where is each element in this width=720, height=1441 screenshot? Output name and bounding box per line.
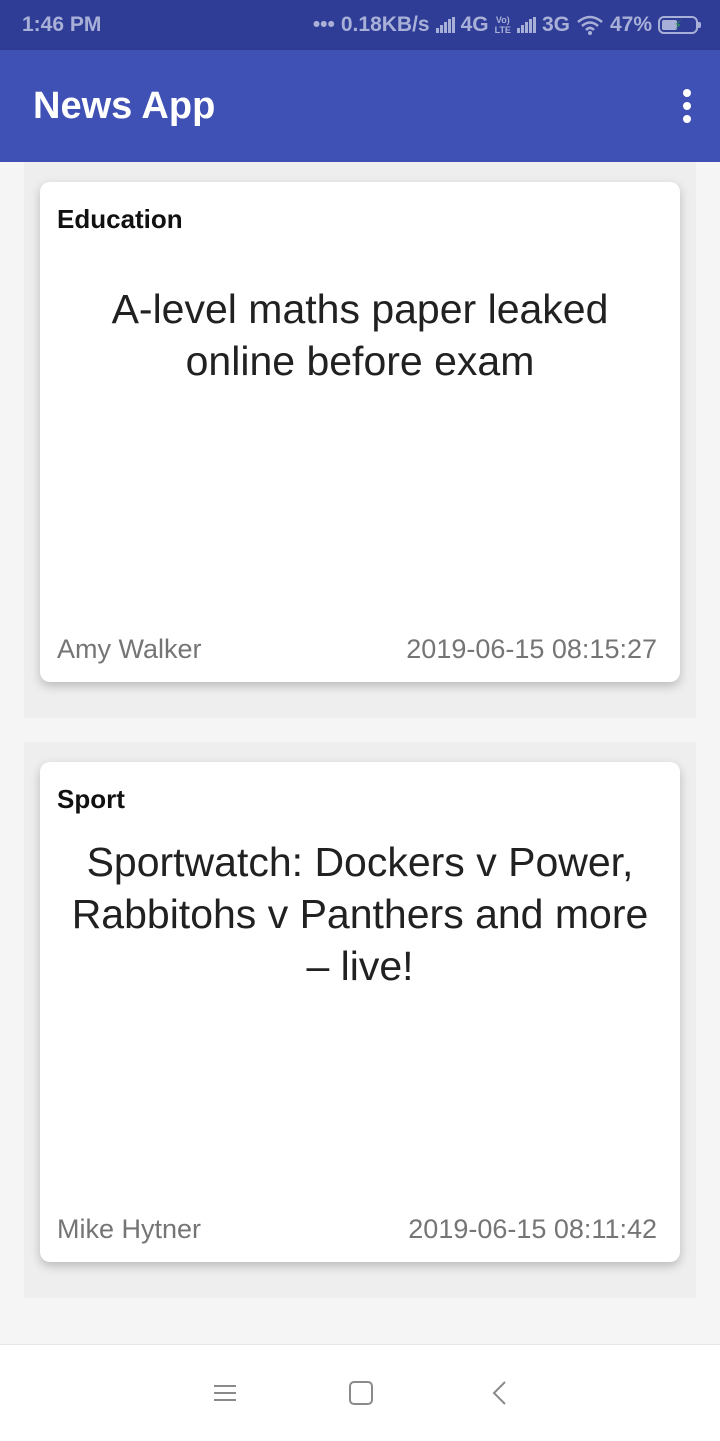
network-speed: 0.18KB/s [340,13,430,36]
network-type-3g: 3G [541,13,570,36]
charging-bolt-icon: ⚡ [673,18,683,32]
home-square-icon[interactable] [347,1379,375,1407]
article-author: Mike Hytner [57,1214,202,1244]
back-chevron-icon[interactable] [486,1379,514,1407]
volte-icon: Vo) LTE [495,15,511,35]
battery-icon: ⚡ [658,16,701,34]
list-item: Sport Sportwatch: Dockers v Power, Rabbi… [24,742,696,1298]
article-datetime: 2019-06-15 08:11:42 [408,1214,657,1244]
signal-icon [435,17,455,33]
volte-bottom-text: LTE [494,25,511,35]
menu-icon[interactable] [211,1379,239,1407]
navigation-bar [0,1344,720,1441]
app-title: News App [33,84,216,127]
article-datetime: 2019-06-15 08:15:27 [406,634,657,664]
news-card[interactable]: Education A-level maths paper leaked onl… [40,182,680,682]
signal-icon-2 [516,17,536,33]
article-headline: A-level maths paper leaked online before… [111,286,609,384]
news-card[interactable]: Sport Sportwatch: Dockers v Power, Rabbi… [40,762,680,1262]
status-bar: 1:46 PM ••• 0.18KB/s 4G Vo) LTE 3G 47% ⚡ [0,0,720,50]
article-headline: Sportwatch: Dockers v Power, Rabbitohs v… [71,839,649,989]
article-category: Sport [57,784,125,814]
news-list[interactable]: Education A-level maths paper leaked onl… [0,162,720,1344]
network-type-4g: 4G [460,13,489,36]
article-category: Education [57,204,183,234]
more-vert-icon[interactable] [673,79,701,133]
list-item: Education A-level maths paper leaked onl… [24,162,696,718]
notification-dots-icon: ••• [312,13,335,36]
app-bar: News App [0,50,720,162]
article-author: Amy Walker [57,634,202,664]
status-time: 1:46 PM [22,13,102,36]
status-indicators: ••• 0.18KB/s 4G Vo) LTE 3G 47% ⚡ [312,13,701,37]
wifi-icon [577,15,603,35]
volte-top-text: Vo) [495,15,510,25]
battery-percent: 47% [609,13,652,36]
